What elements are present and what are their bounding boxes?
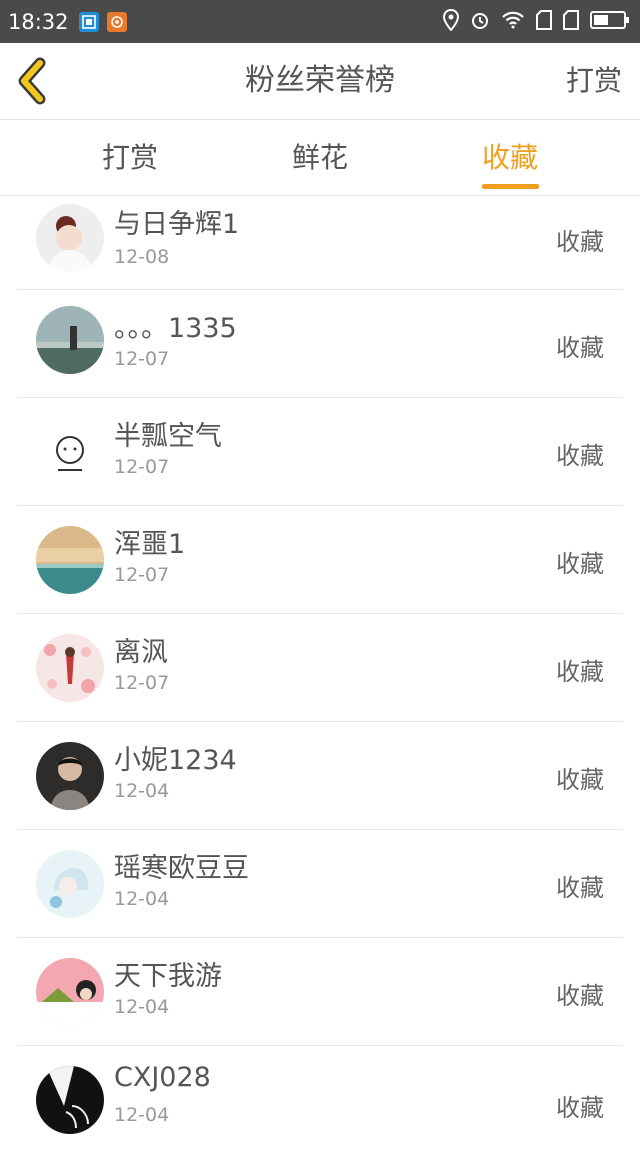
status-bar: 18:32 — [0, 0, 640, 43]
date-label: 12-07 — [114, 456, 170, 478]
user-name: 半瓢空气 — [114, 421, 222, 452]
list-item[interactable]: 小妮1234 12-04 收藏 — [0, 722, 640, 830]
avatar — [36, 526, 104, 594]
tab-flowers[interactable]: 鲜花 — [250, 120, 390, 195]
user-name: 离沨 — [114, 637, 168, 668]
notification-app-icon — [106, 11, 127, 32]
action-label: 收藏 — [556, 766, 604, 794]
date-label: 12-04 — [114, 888, 170, 910]
action-label: 收藏 — [556, 658, 604, 686]
date-label: 12-07 — [114, 564, 170, 586]
avatar — [36, 1066, 104, 1134]
date-label: 12-04 — [114, 996, 170, 1018]
list-item[interactable]: 半瓢空气 12-07 收藏 — [0, 398, 640, 506]
date-label: 12-04 — [114, 780, 170, 802]
action-label: 收藏 — [556, 442, 604, 470]
page-title: 粉丝荣誉榜 — [245, 63, 395, 98]
fan-list: 与日争辉1 12-08 收藏 。。。1335 12-07 收藏 半瓢空气 12-… — [0, 196, 640, 1154]
user-name: 与日争辉1 — [114, 209, 240, 240]
avatar — [36, 204, 104, 272]
action-label: 收藏 — [556, 874, 604, 902]
user-name: 小妮1234 — [114, 745, 237, 776]
avatar — [36, 958, 104, 1026]
status-time: 18:32 — [8, 9, 69, 34]
action-label: 收藏 — [556, 550, 604, 578]
active-tab-indicator — [482, 184, 539, 189]
avatar — [36, 634, 104, 702]
avatar — [36, 306, 104, 374]
date-label: 12-07 — [114, 672, 170, 694]
list-item[interactable]: 瑶寒欧豆豆 12-04 收藏 — [0, 830, 640, 938]
alarm-icon — [470, 10, 490, 34]
tab-bar: 打赏 鲜花 收藏 — [0, 120, 640, 196]
tab-tip[interactable]: 打赏 — [60, 120, 200, 195]
wifi-icon — [501, 11, 525, 33]
user-name: CXJ028 — [114, 1062, 211, 1093]
avatar — [36, 742, 104, 810]
user-name: 瑶寒欧豆豆 — [114, 853, 249, 884]
sim2-icon — [563, 9, 579, 34]
action-label: 收藏 — [556, 228, 604, 256]
list-item[interactable]: 离沨 12-07 收藏 — [0, 614, 640, 722]
date-label: 12-07 — [114, 348, 170, 370]
date-label: 12-08 — [114, 246, 170, 268]
location-icon — [442, 8, 460, 35]
sim1-icon — [536, 9, 552, 34]
action-label: 收藏 — [556, 1094, 604, 1122]
header-bar: 粉丝荣誉榜 打赏 — [0, 43, 640, 120]
battery-icon — [590, 10, 630, 34]
user-name: 浑噩1 — [114, 529, 186, 560]
tip-button[interactable]: 打赏 — [566, 43, 622, 119]
user-name: 天下我游 — [114, 961, 222, 992]
avatar — [36, 420, 104, 488]
list-item[interactable]: 天下我游 12-04 收藏 — [0, 938, 640, 1046]
screenshot-app-icon — [78, 11, 99, 32]
avatar — [36, 850, 104, 918]
list-item[interactable]: 。。。1335 12-07 收藏 — [0, 290, 640, 398]
list-item[interactable]: 与日争辉1 12-08 收藏 — [0, 196, 640, 290]
action-label: 收藏 — [556, 982, 604, 1010]
user-name: 。。。1335 — [114, 313, 237, 344]
list-item[interactable]: 浑噩1 12-07 收藏 — [0, 506, 640, 614]
date-label: 12-04 — [114, 1104, 170, 1126]
action-label: 收藏 — [556, 334, 604, 362]
